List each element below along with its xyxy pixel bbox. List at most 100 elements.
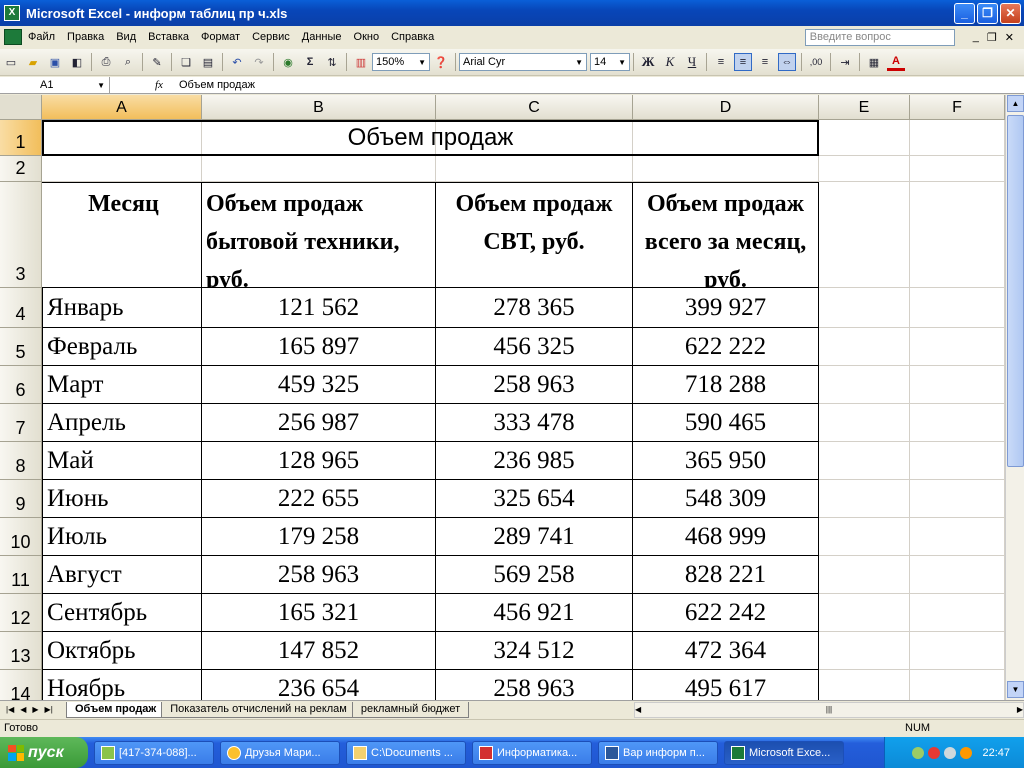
empty-cell[interactable] [910,670,1005,700]
menu-view[interactable]: Вид [110,27,142,47]
scroll-thumb-h[interactable]: ||| [826,705,832,714]
sort-icon[interactable]: ⇅ [323,53,341,71]
horizontal-scrollbar[interactable]: ◀ ||| ▶ [634,701,1024,718]
task-icq[interactable]: [417-374-088]... [94,740,214,765]
task-browser[interactable]: Друзья Мари... [220,740,340,765]
first-sheet-icon[interactable]: |◀ [6,705,14,714]
empty-cell[interactable] [910,518,1005,556]
hyperlink-icon[interactable]: ◉ [279,53,297,71]
value-cell[interactable]: 165 897 [202,328,436,366]
redo-icon[interactable]: ↷ [250,53,268,71]
doc-restore-button[interactable]: ❐ [987,31,997,44]
help-question-input[interactable]: Введите вопрос [804,28,955,46]
fx-icon[interactable]: fx [155,79,173,91]
minimize-button[interactable]: _ [954,2,975,24]
restore-button[interactable]: ❐ [977,2,998,24]
align-left-icon[interactable]: ≡ [712,53,730,71]
header-cell[interactable]: Объем продаж бытовой техники, руб. [202,182,436,288]
prev-sheet-icon[interactable]: ◀ [20,705,26,714]
menu-tools[interactable]: Сервис [246,27,296,47]
value-cell[interactable]: 289 741 [436,518,633,556]
undo-icon[interactable]: ↶ [228,53,246,71]
month-cell[interactable]: Сентябрь [42,594,202,632]
help-icon[interactable]: ❓ [432,53,450,71]
value-cell[interactable]: 258 963 [436,670,633,700]
menu-data[interactable]: Данные [296,27,348,47]
sheet-tab-advertising-budget[interactable]: рекламный бюджет [351,701,470,718]
value-cell[interactable]: 622 222 [633,328,819,366]
menu-file[interactable]: Файл [22,27,61,47]
empty-cell[interactable] [910,182,1005,288]
indent-icon[interactable]: ⇥ [836,53,854,71]
permission-icon[interactable]: ◧ [68,53,86,71]
task-excel[interactable]: Microsoft Exce... [724,740,844,765]
empty-cell[interactable] [819,328,910,366]
row-header-11[interactable]: 11 [0,556,42,594]
value-cell[interactable]: 325 654 [436,480,633,518]
row-header-9[interactable]: 9 [0,480,42,518]
research-icon[interactable]: ✎ [148,53,166,71]
value-cell[interactable]: 472 364 [633,632,819,670]
empty-cell[interactable] [910,404,1005,442]
scroll-thumb[interactable] [1007,115,1024,467]
empty-cell[interactable] [819,594,910,632]
align-center-icon[interactable]: ≡ [734,53,752,71]
row-header-4[interactable]: 4 [0,288,42,328]
scroll-up-icon[interactable]: ▲ [1007,95,1024,112]
excel-app-icon[interactable]: X [4,5,20,21]
value-cell[interactable]: 569 258 [436,556,633,594]
month-cell[interactable]: Ноябрь [42,670,202,700]
scroll-left-icon[interactable]: ◀ [635,705,641,714]
language-icon[interactable] [928,746,941,759]
header-cell[interactable]: Объем продаж СВТ, руб. [436,182,633,288]
empty-cell[interactable] [910,632,1005,670]
value-cell[interactable]: 495 617 [633,670,819,700]
empty-cell[interactable] [910,556,1005,594]
column-header-e[interactable]: E [819,95,910,120]
row-header-12[interactable]: 12 [0,594,42,632]
value-cell[interactable]: 365 950 [633,442,819,480]
month-cell[interactable]: Октябрь [42,632,202,670]
italic-icon[interactable]: К [661,53,679,71]
paste-icon[interactable]: ▤ [199,53,217,71]
empty-cell[interactable] [910,288,1005,328]
column-header-f[interactable]: F [910,95,1005,120]
value-cell[interactable]: 548 309 [633,480,819,518]
open-icon[interactable]: ▰ [24,53,42,71]
start-button[interactable]: пуск [0,737,88,768]
bold-icon[interactable]: Ж [639,53,657,71]
decrease-decimal-icon[interactable]: ,00 [807,53,825,71]
row-header-10[interactable]: 10 [0,518,42,556]
task-word[interactable]: Вар информ п... [598,740,718,765]
empty-cell[interactable] [910,120,1005,156]
value-cell[interactable]: 456 921 [436,594,633,632]
empty-cell[interactable] [910,366,1005,404]
network-icon[interactable] [912,746,925,759]
month-cell[interactable]: Январь [42,288,202,328]
month-cell[interactable]: Апрель [42,404,202,442]
vertical-scrollbar[interactable]: ▲ ▼ [1005,95,1024,700]
underline-icon[interactable]: Ч [683,53,701,71]
menu-format[interactable]: Формат [195,27,246,47]
value-cell[interactable]: 456 325 [436,328,633,366]
value-cell[interactable]: 622 242 [633,594,819,632]
row-header-5[interactable]: 5 [0,328,42,366]
value-cell[interactable]: 258 963 [436,366,633,404]
month-cell[interactable]: Май [42,442,202,480]
row-header-1[interactable]: 1 [0,120,42,156]
column-header-c[interactable]: C [436,95,633,120]
empty-cell[interactable] [910,594,1005,632]
value-cell[interactable]: 222 655 [202,480,436,518]
value-cell[interactable]: 718 288 [633,366,819,404]
value-cell[interactable]: 459 325 [202,366,436,404]
antivirus-icon[interactable] [960,746,973,759]
empty-cell[interactable] [819,632,910,670]
spreadsheet-grid[interactable]: ABCDEF 1 2 3 4 5 6 7 8 9 10 11 12 13 14 Месяц Объем пр… [0,95,1005,700]
merge-center-icon[interactable]: ⇔ [778,53,796,71]
row-header-13[interactable]: 13 [0,632,42,670]
menu-help[interactable]: Справка [385,27,440,47]
empty-cell[interactable] [819,288,910,328]
autosum-icon[interactable]: Σ [301,53,319,71]
select-all-corner[interactable] [0,95,42,120]
task-explorer[interactable]: C:\Documents ... [346,740,466,765]
